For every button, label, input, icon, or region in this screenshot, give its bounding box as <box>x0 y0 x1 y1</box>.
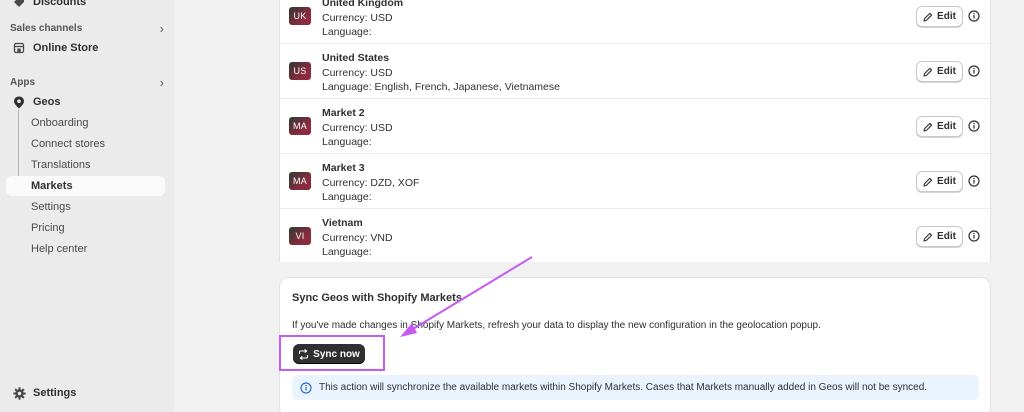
sidebar-item-label: Markets <box>31 180 73 192</box>
market-details: United States Currency: USD Language: En… <box>322 51 560 95</box>
sales-channels-header[interactable]: Sales channels › <box>10 20 166 36</box>
market-currency: Currency: USD <box>322 11 393 24</box>
edit-label: Edit <box>937 121 956 132</box>
market-flag-badge: MA <box>289 117 311 135</box>
market-language: Language: English, French, Japanese, Vie… <box>322 81 560 93</box>
market-language: Language: <box>322 136 372 148</box>
market-currency: Currency: DZD, XOF <box>322 176 420 189</box>
section-header-label: Sales channels <box>10 22 83 34</box>
market-language: Language: <box>322 246 372 258</box>
pencil-icon <box>923 177 933 187</box>
apps-header[interactable]: Apps › <box>10 74 166 90</box>
market-flag-badge: US <box>289 62 311 80</box>
info-banner: This action will synchronize the availab… <box>292 375 979 400</box>
market-details: Market 2 Currency: USD Language: <box>322 106 393 150</box>
market-language: Language: <box>322 191 372 203</box>
chevron-right-icon: › <box>159 20 164 36</box>
sidebar-item-discounts[interactable]: Discounts <box>6 0 165 12</box>
store-icon <box>12 41 26 55</box>
map-pin-icon <box>12 95 26 109</box>
sidebar-item-pricing[interactable]: Pricing <box>6 218 165 238</box>
market-name: United Kingdom <box>322 0 404 9</box>
info-icon <box>300 381 312 394</box>
edit-market-button[interactable]: Edit <box>916 6 963 27</box>
sidebar: Discounts Sales channels › Online Store … <box>0 0 174 412</box>
sidebar-item-label: Discounts <box>33 0 87 8</box>
market-flag-badge: UK <box>289 7 311 25</box>
edit-market-button[interactable]: Edit <box>916 116 963 137</box>
info-icon[interactable] <box>968 65 980 77</box>
sidebar-item-online-store[interactable]: Online Store <box>6 38 165 58</box>
sidebar-item-help-center[interactable]: Help center <box>6 239 165 259</box>
sync-card-description: If you've made changes in Shopify Market… <box>292 320 821 331</box>
sync-card-title: Sync Geos with Shopify Markets <box>292 292 462 304</box>
market-details: Market 3 Currency: DZD, XOF Language: <box>322 161 419 205</box>
edit-market-button[interactable]: Edit <box>916 61 963 82</box>
sidebar-item-translations[interactable]: Translations <box>6 155 165 175</box>
info-icon[interactable] <box>968 230 980 242</box>
pencil-icon <box>923 12 933 22</box>
market-row: MA Market 2 Currency: USD Language: Edit <box>280 99 990 154</box>
edit-label: Edit <box>937 11 956 22</box>
markets-list: UK United Kingdom Currency: USD Language… <box>279 0 991 262</box>
sidebar-item-connect-stores[interactable]: Connect stores <box>6 134 165 154</box>
market-name: Market 3 <box>322 162 365 174</box>
edit-market-button[interactable]: Edit <box>916 171 963 192</box>
info-banner-text: This action will synchronize the availab… <box>319 382 928 393</box>
sidebar-item-geos[interactable]: Geos <box>6 92 165 112</box>
sidebar-item-label: Pricing <box>31 222 65 234</box>
pencil-icon <box>923 122 933 132</box>
sidebar-item-store-settings[interactable]: Settings <box>6 383 165 403</box>
sidebar-item-label: Online Store <box>33 42 99 54</box>
edit-label: Edit <box>937 66 956 77</box>
market-flag-badge: VI <box>289 227 311 245</box>
market-details: United Kingdom Currency: USD Language: <box>322 0 403 40</box>
pencil-icon <box>923 232 933 242</box>
info-icon[interactable] <box>968 10 980 22</box>
section-header-label: Apps <box>10 76 35 88</box>
edit-market-button[interactable]: Edit <box>916 226 963 247</box>
sidebar-item-label: Help center <box>31 243 88 255</box>
gear-icon <box>12 386 26 400</box>
market-row: UK United Kingdom Currency: USD Language… <box>280 0 990 44</box>
market-name: Vietnam <box>322 217 363 229</box>
sidebar-item-label: Translations <box>31 159 91 171</box>
edit-label: Edit <box>937 231 956 242</box>
pencil-icon <box>923 67 933 77</box>
market-name: Market 2 <box>322 107 365 119</box>
sync-markets-card: Sync Geos with Shopify Markets If you've… <box>279 277 991 412</box>
info-icon[interactable] <box>968 175 980 187</box>
market-details: Vietnam Currency: VND Language: <box>322 216 393 260</box>
market-row: US United States Currency: USD Language:… <box>280 44 990 99</box>
market-flag-badge: MA <box>289 172 311 190</box>
sidebar-item-label: Onboarding <box>31 117 89 129</box>
info-icon[interactable] <box>968 120 980 132</box>
market-name: United States <box>322 52 390 64</box>
sidebar-item-label: Settings <box>33 387 77 399</box>
market-currency: Currency: USD <box>322 121 393 134</box>
annotation-highlight-box <box>279 335 385 371</box>
sidebar-item-label: Geos <box>33 96 61 108</box>
market-currency: Currency: USD <box>322 66 393 79</box>
market-currency: Currency: VND <box>322 231 393 244</box>
sidebar-item-label: Connect stores <box>31 138 105 150</box>
sidebar-item-onboarding[interactable]: Onboarding <box>6 113 165 133</box>
sidebar-item-markets[interactable]: Markets <box>6 176 165 196</box>
market-row: VI Vietnam Currency: VND Language: Edit <box>280 209 990 262</box>
edit-label: Edit <box>937 176 956 187</box>
market-language: Language: <box>322 26 372 38</box>
market-row: MA Market 3 Currency: DZD, XOF Language:… <box>280 154 990 209</box>
sidebar-item-label: Settings <box>31 201 71 213</box>
discount-icon <box>12 0 26 9</box>
sidebar-item-settings[interactable]: Settings <box>6 197 165 217</box>
chevron-right-icon: › <box>159 74 164 90</box>
